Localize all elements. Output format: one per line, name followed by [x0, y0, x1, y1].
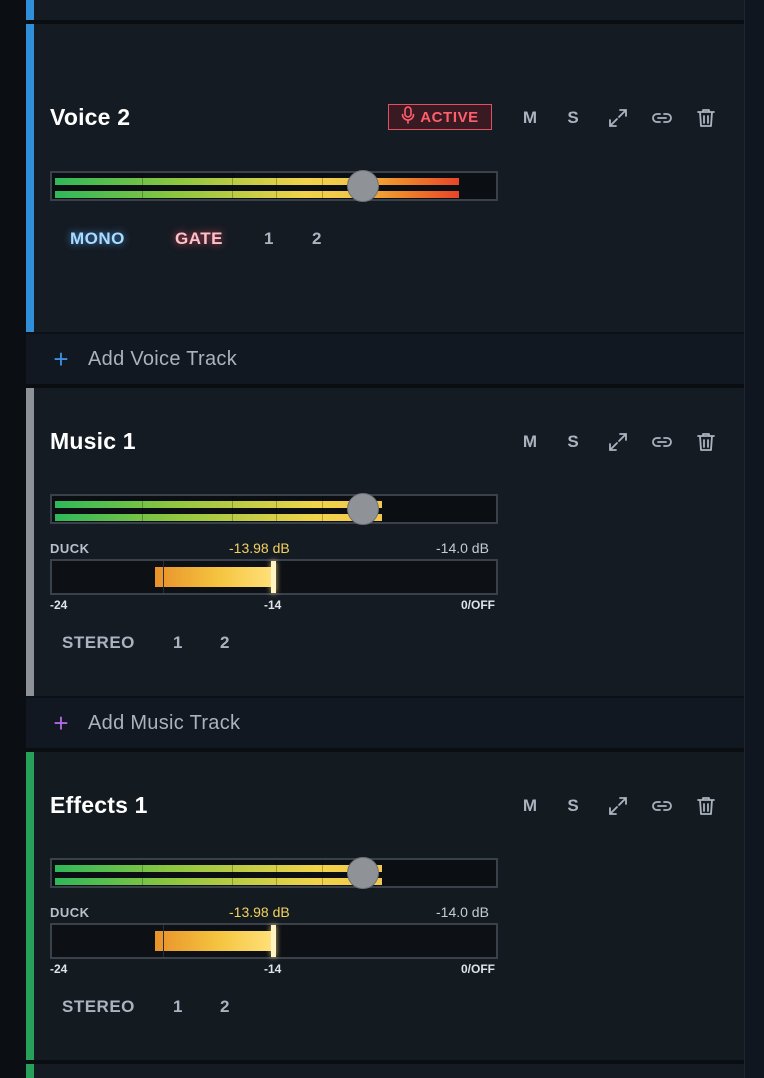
- duck-range-fill: [155, 567, 273, 587]
- right-rail: [744, 0, 764, 1078]
- microphone-icon: [401, 106, 415, 128]
- channel-1-chip[interactable]: 1: [264, 229, 274, 249]
- volume-knob[interactable]: [347, 857, 379, 889]
- duck-tick-line: [163, 925, 164, 957]
- solo-button[interactable]: S: [559, 792, 587, 820]
- duck-label: DUCK: [50, 905, 90, 920]
- link-icon[interactable]: [648, 428, 676, 456]
- volume-meter[interactable]: [50, 857, 498, 889]
- channel-1-chip[interactable]: 1: [173, 633, 183, 653]
- track-panel-effects-1: Effects 1 M S DUCK -13.98 dB -14.0 dB -2…: [26, 752, 744, 1060]
- duck-value: -13.98 dB: [229, 540, 290, 556]
- channel-2-chip[interactable]: 2: [220, 633, 230, 653]
- duck-slider[interactable]: [50, 559, 498, 595]
- expand-icon[interactable]: [604, 428, 632, 456]
- link-icon[interactable]: [648, 104, 676, 132]
- meter-gridline: [232, 860, 233, 886]
- volume-meter[interactable]: [50, 493, 498, 525]
- mono-chip[interactable]: MONO: [70, 229, 125, 249]
- meter-gridline: [232, 173, 233, 199]
- duck-handle[interactable]: [271, 925, 276, 957]
- mute-button[interactable]: M: [516, 792, 544, 820]
- link-icon[interactable]: [648, 792, 676, 820]
- stereo-chip[interactable]: STEREO: [62, 633, 135, 653]
- level-bar-right: [55, 191, 459, 198]
- mute-button[interactable]: M: [516, 104, 544, 132]
- level-bar-right: [55, 878, 382, 885]
- next-track-accent: [26, 1064, 34, 1078]
- plus-icon: +: [53, 707, 69, 738]
- plus-icon: +: [53, 343, 69, 374]
- volume-meter[interactable]: [50, 170, 498, 202]
- duck-label: DUCK: [50, 541, 90, 556]
- level-bar-left: [55, 865, 382, 872]
- trash-icon[interactable]: [692, 104, 720, 132]
- meter-gridline: [276, 860, 277, 886]
- duck-threshold: -14.0 dB: [436, 904, 489, 920]
- previous-track-panel: [26, 0, 744, 20]
- previous-track-accent: [26, 0, 34, 20]
- meter-gridline: [276, 173, 277, 199]
- add-voice-track-label: Add Voice Track: [88, 347, 238, 370]
- meter-gridline: [142, 496, 143, 522]
- duck-tick-mid: -14: [264, 962, 282, 976]
- duck-tick-min: -24: [50, 962, 68, 976]
- level-bar-right: [55, 514, 382, 521]
- add-voice-track-button[interactable]: + Add Voice Track: [26, 334, 744, 384]
- track-title: Voice 2: [50, 104, 131, 130]
- add-music-track-label: Add Music Track: [88, 711, 241, 734]
- channel-2-chip[interactable]: 2: [312, 229, 322, 249]
- expand-icon[interactable]: [604, 104, 632, 132]
- stereo-chip[interactable]: STEREO: [62, 997, 135, 1017]
- left-rail: [0, 0, 26, 1078]
- meter-gridline: [322, 496, 323, 522]
- duck-handle[interactable]: [271, 561, 276, 593]
- solo-button[interactable]: S: [559, 428, 587, 456]
- track-panel-music-1: Music 1 M S DUCK -13.98 dB -14.0 dB -24 …: [26, 388, 744, 696]
- track-accent: [26, 388, 34, 696]
- expand-icon[interactable]: [604, 792, 632, 820]
- trash-icon[interactable]: [692, 792, 720, 820]
- meter-gridline: [142, 173, 143, 199]
- channel-2-chip[interactable]: 2: [220, 997, 230, 1017]
- track-title: Effects 1: [50, 792, 148, 818]
- level-bar-left: [55, 178, 459, 185]
- active-label: ACTIVE: [420, 108, 479, 126]
- meter-gridline: [142, 860, 143, 886]
- solo-button[interactable]: S: [559, 104, 587, 132]
- track-accent: [26, 752, 34, 1060]
- trash-icon[interactable]: [692, 428, 720, 456]
- next-track-panel: [26, 1064, 744, 1078]
- duck-threshold: -14.0 dB: [436, 540, 489, 556]
- duck-range-fill: [155, 931, 273, 951]
- track-panel-voice-2: Voice 2 ACTIVE M S MONO GATE 1 2: [26, 24, 744, 332]
- add-music-track-button[interactable]: + Add Music Track: [26, 698, 744, 748]
- volume-knob[interactable]: [347, 493, 379, 525]
- channel-1-chip[interactable]: 1: [173, 997, 183, 1017]
- level-bar-left: [55, 501, 382, 508]
- duck-tick-min: -24: [50, 598, 68, 612]
- duck-tick-line: [163, 561, 164, 593]
- duck-value: -13.98 dB: [229, 904, 290, 920]
- meter-gridline: [322, 860, 323, 886]
- duck-tick-max: 0/OFF: [461, 962, 496, 976]
- duck-slider[interactable]: [50, 923, 498, 959]
- gate-chip[interactable]: GATE: [175, 229, 223, 249]
- volume-knob[interactable]: [347, 170, 379, 202]
- meter-gridline: [232, 496, 233, 522]
- track-title: Music 1: [50, 428, 136, 454]
- duck-tick-mid: -14: [264, 598, 282, 612]
- meter-gridline: [276, 496, 277, 522]
- meter-gridline: [322, 173, 323, 199]
- duck-tick-max: 0/OFF: [461, 598, 496, 612]
- active-badge[interactable]: ACTIVE: [388, 104, 492, 130]
- track-accent: [26, 24, 34, 332]
- mute-button[interactable]: M: [516, 428, 544, 456]
